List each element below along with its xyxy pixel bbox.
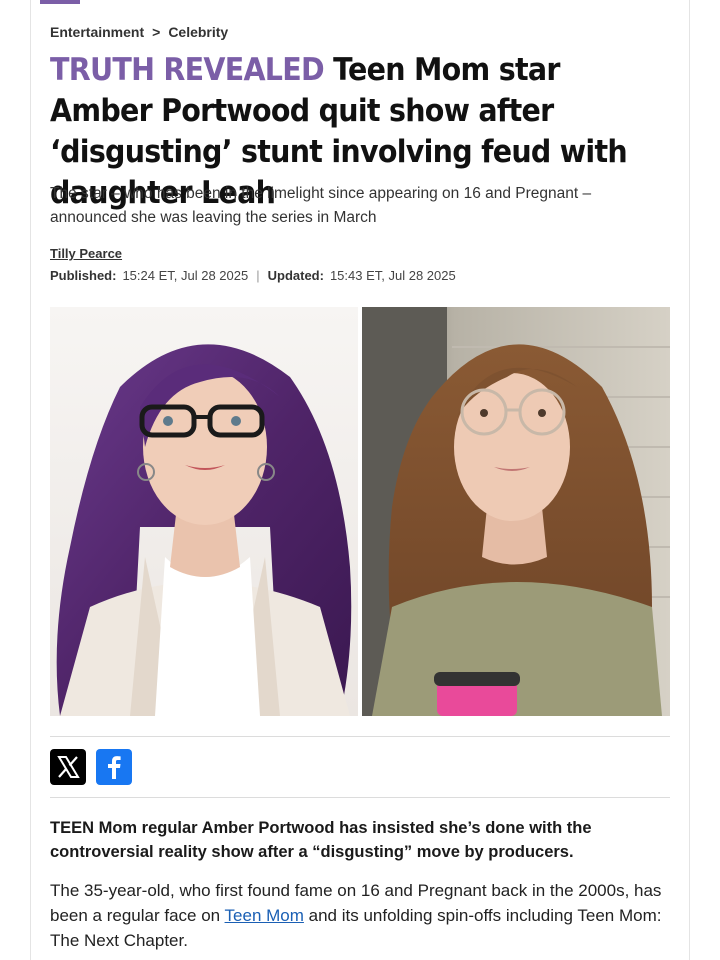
breadcrumb-entertainment[interactable]: Entertainment bbox=[50, 24, 144, 40]
published-value: 15:24 ET, Jul 28 2025 bbox=[122, 268, 249, 283]
top-accent-bar bbox=[40, 0, 80, 4]
breadcrumb: Entertainment > Celebrity bbox=[50, 24, 228, 40]
published-label: Published: bbox=[50, 268, 117, 283]
divider-top bbox=[50, 736, 670, 737]
article-photo-right bbox=[362, 307, 670, 716]
chevron-right-icon: > bbox=[152, 24, 161, 40]
breadcrumb-celebrity[interactable]: Celebrity bbox=[168, 24, 228, 40]
share-x-button[interactable] bbox=[50, 749, 86, 785]
publish-dates: Published: 15:24 ET, Jul 28 2025 | Updat… bbox=[50, 268, 456, 283]
article-photo-left bbox=[50, 307, 358, 716]
standfirst: The star – who has been in the limelight… bbox=[50, 185, 592, 226]
author-link[interactable]: Tilly Pearce bbox=[50, 246, 122, 261]
headline-kicker: TRUTH REVEALED bbox=[50, 52, 325, 88]
article-lead: TEEN Mom regular Amber Portwood has insi… bbox=[50, 819, 592, 861]
facebook-logo-icon bbox=[108, 756, 121, 779]
divider-bottom bbox=[50, 797, 670, 798]
x-logo-icon bbox=[57, 756, 80, 778]
updated-label: Updated: bbox=[267, 268, 324, 283]
photo-amber-portwood bbox=[50, 307, 358, 716]
article-paragraph: The 35-year-old, who first found fame on… bbox=[50, 878, 670, 953]
updated-value: 15:43 ET, Jul 28 2025 bbox=[329, 268, 456, 283]
photo-leah bbox=[362, 307, 670, 716]
date-separator: | bbox=[256, 268, 260, 283]
teen-mom-link[interactable]: Teen Mom bbox=[225, 906, 304, 925]
share-facebook-button[interactable] bbox=[96, 749, 132, 785]
